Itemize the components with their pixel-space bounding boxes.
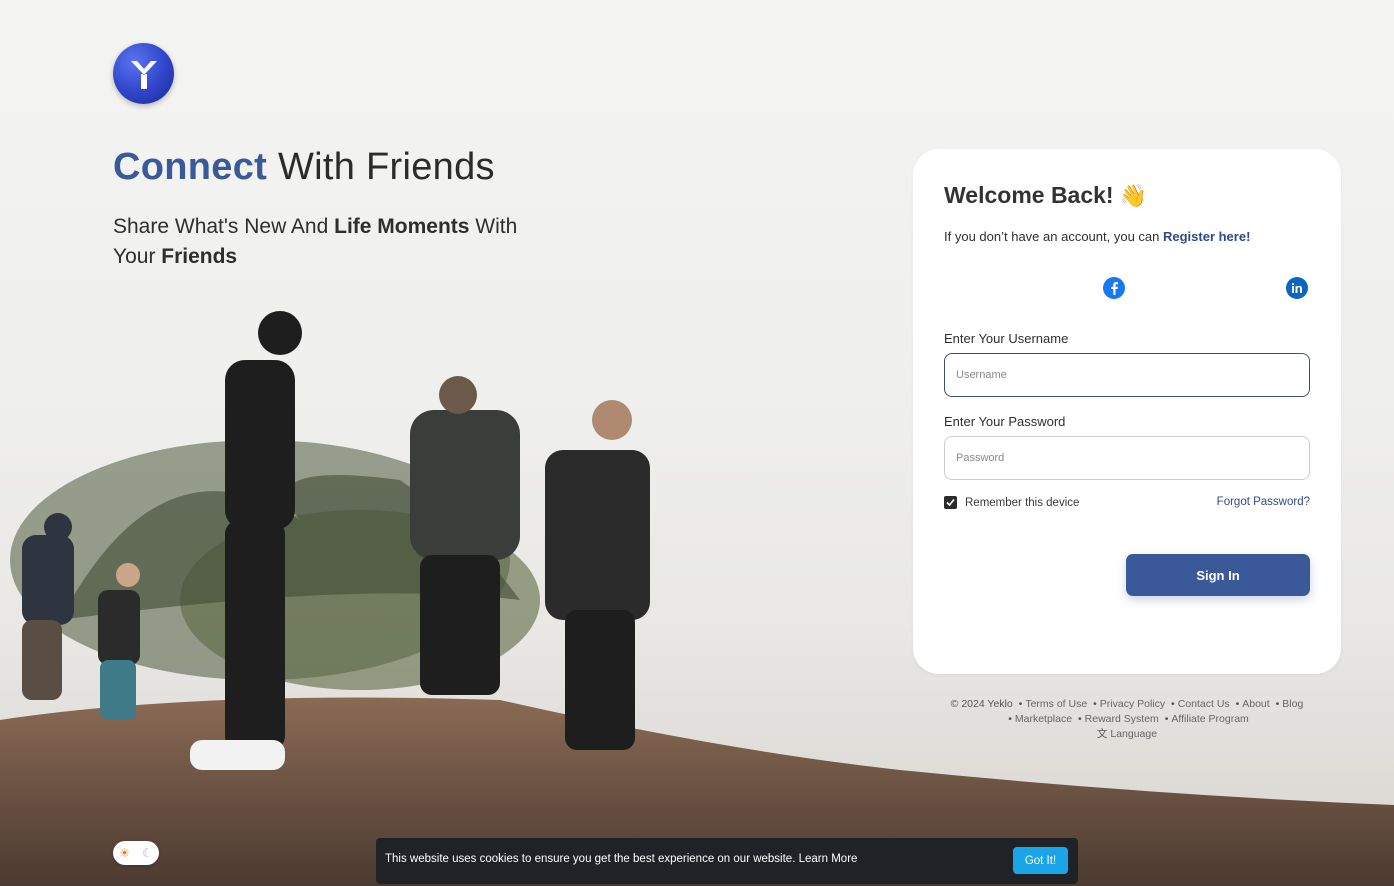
footer-link-terms[interactable]: Terms of Use [1025, 698, 1087, 710]
register-link[interactable]: Register here! [1163, 229, 1250, 244]
footer-link-blog[interactable]: Blog [1282, 698, 1303, 710]
footer-link-about[interactable]: About [1242, 698, 1269, 710]
cookie-learn-more-link[interactable]: Learn More [799, 853, 858, 865]
footer-link-affiliate[interactable]: Affiliate Program [1171, 713, 1248, 725]
moon-icon: ☾ [142, 846, 153, 860]
page-subheading: Share What's New And Life Moments With Y… [113, 215, 518, 268]
remember-label: Remember this device [965, 496, 1080, 509]
footer-link-privacy[interactable]: Privacy Policy [1100, 698, 1165, 710]
language-selector[interactable]: 文 Language [913, 727, 1341, 742]
language-link[interactable]: Language [1110, 728, 1157, 740]
cookie-banner: This website uses cookies to ensure you … [376, 838, 1078, 884]
footer-link-contact[interactable]: Contact Us [1178, 698, 1230, 710]
login-title: Welcome Back! 👋 [944, 182, 1147, 208]
register-prompt: If you don’t have an account, you can Re… [944, 229, 1251, 244]
yeklo-logo-icon[interactable] [113, 43, 174, 104]
page-headline: Connect With Friends [113, 146, 495, 188]
password-label: Enter Your Password [944, 414, 1066, 429]
theme-toggle[interactable]: ☀ ☾ [113, 841, 159, 865]
sign-in-button[interactable]: Sign In [1126, 554, 1310, 596]
username-label: Enter Your Username [944, 331, 1069, 346]
footer-link-reward[interactable]: Reward System [1085, 713, 1159, 725]
forgot-password-link[interactable]: Forgot Password? [1217, 496, 1310, 508]
footer-row-2: • Marketplace • Reward System • Affiliate P… [1008, 713, 1249, 725]
copyright: © 2024 Yeklo [950, 698, 1013, 710]
linkedin-login-button[interactable] [1286, 277, 1308, 299]
sun-icon: ☀ [119, 846, 130, 860]
checkbox-checked-icon [944, 496, 957, 509]
linkedin-icon [1291, 283, 1302, 293]
footer-links: © 2024 Yeklo • Terms of Use • Privacy Poli… [913, 697, 1341, 742]
translate-icon: 文 [1096, 728, 1108, 740]
cookie-accept-button[interactable]: Got It! [1013, 847, 1068, 874]
waving-hand-icon: 👋 [1119, 183, 1147, 208]
footer-link-marketplace[interactable]: Marketplace [1015, 713, 1072, 725]
cookie-message: This website uses cookies to ensure you … [385, 853, 858, 865]
remember-device-checkbox[interactable]: Remember this device [944, 496, 1079, 509]
facebook-icon [1111, 282, 1118, 295]
login-card: Welcome Back! 👋 If you don’t have an acco… [913, 149, 1341, 674]
facebook-login-button[interactable] [1103, 277, 1125, 299]
username-input[interactable] [944, 353, 1310, 397]
footer-row-1: © 2024 Yeklo • Terms of Use • Privacy Poli… [950, 698, 1304, 710]
password-input[interactable] [944, 436, 1310, 480]
